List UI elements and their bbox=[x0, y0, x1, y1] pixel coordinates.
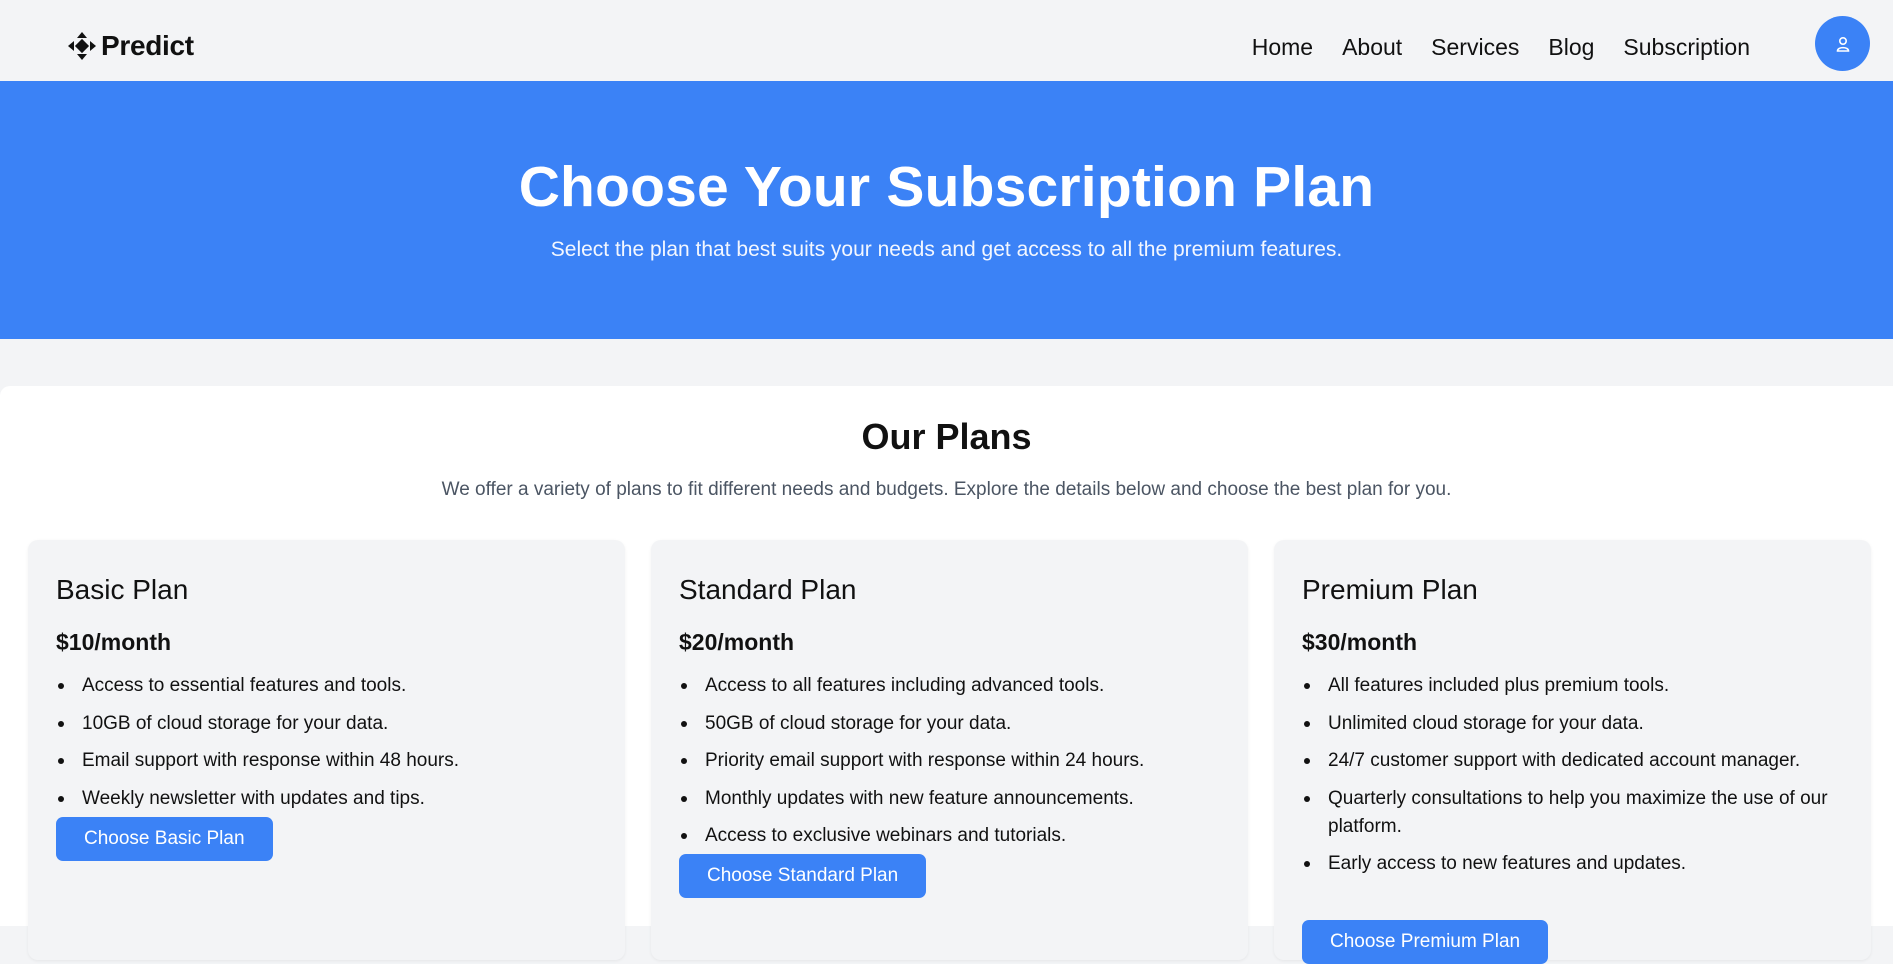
feature-item: Unlimited cloud storage for your data. bbox=[1302, 710, 1847, 738]
hero-banner: Choose Your Subscription Plan Select the… bbox=[0, 81, 1893, 339]
plans-section: Our Plans We offer a variety of plans to… bbox=[0, 386, 1893, 964]
feature-item: 10GB of cloud storage for your data. bbox=[56, 710, 601, 738]
user-icon bbox=[1836, 36, 1849, 52]
feature-item: Access to all features including advance… bbox=[679, 672, 1224, 700]
plans-intro: We offer a variety of plans to fit diffe… bbox=[441, 479, 1452, 500]
main-nav: Home About Services Blog Subscription bbox=[1252, 30, 1750, 64]
hero-subtitle: Select the plan that best suits your nee… bbox=[550, 238, 1343, 261]
plan-name: Premium Plan bbox=[1302, 574, 1478, 605]
plan-features: Access to essential features and tools. … bbox=[56, 672, 601, 822]
feature-item: Weekly newsletter with updates and tips. bbox=[56, 785, 601, 813]
plan-name: Basic Plan bbox=[56, 574, 189, 605]
feature-item: Access to exclusive webinars and tutoria… bbox=[679, 822, 1224, 850]
plan-card-basic: Basic Plan $10/month Access to essential… bbox=[28, 540, 625, 960]
plan-price: $20/month bbox=[679, 629, 795, 655]
plans-title: Our Plans bbox=[861, 416, 1032, 457]
nav-subscription[interactable]: Subscription bbox=[1623, 30, 1750, 64]
feature-item: Priority email support with response wit… bbox=[679, 747, 1224, 775]
nav-home[interactable]: Home bbox=[1252, 30, 1313, 64]
feature-item: Early access to new features and updates… bbox=[1302, 850, 1847, 878]
feature-item: Email support with response within 48 ho… bbox=[56, 747, 601, 775]
feature-item: 24/7 customer support with dedicated acc… bbox=[1302, 747, 1847, 775]
plan-card-standard: Standard Plan $20/month Access to all fe… bbox=[651, 540, 1248, 960]
choose-premium-plan-button[interactable]: Choose Premium Plan bbox=[1302, 920, 1549, 964]
nav-blog[interactable]: Blog bbox=[1548, 30, 1594, 64]
feature-item: All features included plus premium tools… bbox=[1302, 672, 1847, 700]
brand[interactable]: Predict bbox=[67, 28, 194, 64]
diamond-arrows-icon bbox=[68, 32, 96, 60]
nav-services[interactable]: Services bbox=[1431, 30, 1519, 64]
feature-item: 50GB of cloud storage for your data. bbox=[679, 710, 1224, 738]
brand-name: Predict bbox=[101, 30, 194, 61]
plan-features: All features included plus premium tools… bbox=[1302, 672, 1847, 888]
hero-title: Choose Your Subscription Plan bbox=[518, 155, 1375, 219]
feature-item: Access to essential features and tools. bbox=[56, 672, 601, 700]
nav-about[interactable]: About bbox=[1342, 30, 1402, 64]
feature-item: Quarterly consultations to help you maxi… bbox=[1302, 785, 1847, 841]
choose-standard-plan-button[interactable]: Choose Standard Plan bbox=[679, 854, 927, 898]
choose-basic-plan-button[interactable]: Choose Basic Plan bbox=[56, 817, 273, 861]
plan-name: Standard Plan bbox=[679, 574, 857, 605]
plan-features: Access to all features including advance… bbox=[679, 672, 1224, 860]
plan-price: $10/month bbox=[56, 629, 172, 655]
plan-card-premium: Premium Plan $30/month All features incl… bbox=[1274, 540, 1871, 964]
plan-price: $30/month bbox=[1302, 629, 1418, 655]
feature-item: Monthly updates with new feature announc… bbox=[679, 785, 1224, 813]
top-navbar: Predict Home About Services Blog Subscri… bbox=[0, 0, 1893, 81]
user-avatar-button[interactable] bbox=[1815, 16, 1870, 71]
